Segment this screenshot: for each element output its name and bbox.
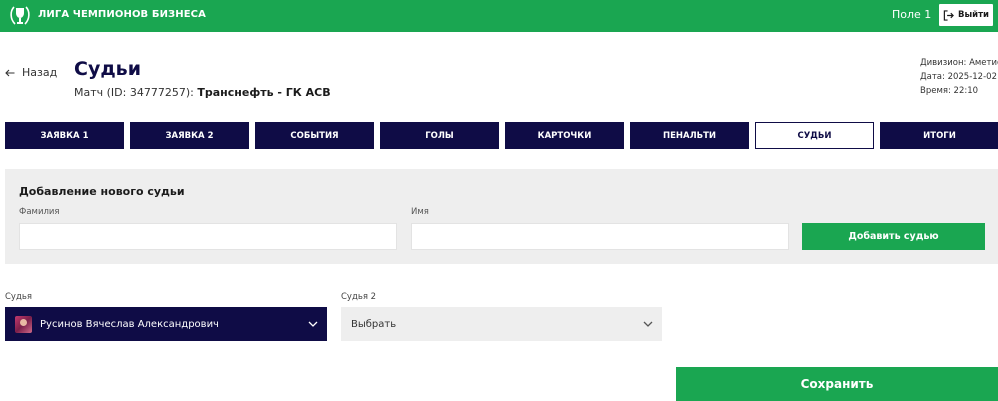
tab-events[interactable]: СОБЫТИЯ: [255, 122, 374, 149]
back-label: Назад: [22, 66, 58, 79]
referee-2-label: Судья 2: [341, 292, 377, 302]
match-info: Матч (ID: 34777257): Транснефть - ГК АСВ: [74, 86, 331, 99]
tab-referees[interactable]: СУДЬИ: [755, 122, 874, 149]
referee-1-select[interactable]: Русинов Вячеслав Александрович: [5, 307, 327, 341]
referee-avatar: [15, 315, 32, 333]
referee-1-label: Судья: [5, 292, 32, 302]
referee-1-value: Русинов Вячеслав Александрович: [40, 318, 219, 330]
division-text: Дивизион: Аметист: [920, 58, 998, 68]
add-referee-title: Добавление нового судьи: [19, 185, 185, 198]
name-input[interactable]: [411, 223, 789, 250]
tab-cards[interactable]: КАРТОЧКИ: [505, 122, 624, 149]
match-teams: Транснефть - ГК АСВ: [197, 86, 331, 99]
trophy-wreath-icon: [10, 6, 30, 25]
tab-zayavka-2[interactable]: ЗАЯВКА 2: [130, 122, 249, 149]
date-text: Дата: 2025-12-02: [920, 72, 997, 82]
arrow-left-icon: [5, 69, 15, 76]
back-link[interactable]: Назад: [5, 66, 57, 79]
field-indicator: Поле 1: [892, 8, 932, 21]
surname-input[interactable]: [19, 223, 397, 250]
tab-results[interactable]: ИТОГИ: [880, 122, 998, 149]
referee-2-select[interactable]: Выбрать: [341, 307, 662, 341]
save-button[interactable]: Сохранить: [676, 367, 998, 401]
top-bar: ЛИГА ЧЕМПИОНОВ БИЗНЕСА Поле 1 Выйти: [0, 0, 998, 32]
name-label: Имя: [411, 207, 429, 217]
tab-bar: ЗАЯВКА 1 ЗАЯВКА 2 СОБЫТИЯ ГОЛЫ КАРТОЧКИ …: [5, 122, 998, 149]
referee-2-value: Выбрать: [351, 318, 397, 330]
add-referee-panel: Добавление нового судьи Фамилия Имя Доба…: [5, 169, 998, 264]
add-referee-button[interactable]: Добавить судью: [802, 223, 985, 250]
tab-zayavka-1[interactable]: ЗАЯВКА 1: [5, 122, 124, 149]
tab-goals[interactable]: ГОЛЫ: [380, 122, 499, 149]
tab-penalties[interactable]: ПЕНАЛЬТИ: [630, 122, 749, 149]
surname-label: Фамилия: [19, 207, 60, 217]
match-id: Матч (ID: 34777257):: [74, 86, 194, 99]
logout-button[interactable]: Выйти: [938, 3, 994, 27]
time-text: Время: 22:10: [920, 86, 979, 96]
page-title: Судьи: [74, 58, 142, 80]
logout-icon: [943, 9, 954, 21]
chevron-down-icon: [643, 321, 653, 327]
match-meta: Дивизион: Аметист Дата: 2025-12-02 Время…: [920, 56, 998, 98]
chevron-down-icon: [308, 321, 318, 327]
logout-label: Выйти: [957, 10, 989, 20]
brand-name: ЛИГА ЧЕМПИОНОВ БИЗНЕСА: [38, 9, 206, 20]
